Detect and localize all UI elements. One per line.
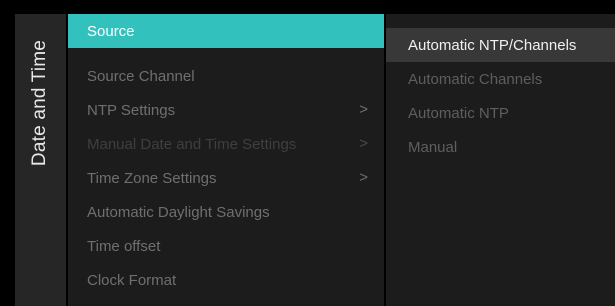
settings-menu: Source Source Channel NTP Settings > Man… bbox=[68, 14, 384, 306]
menu-item-source-channel[interactable]: Source Channel bbox=[68, 59, 384, 93]
option-automatic-ntp[interactable]: Automatic NTP bbox=[386, 96, 615, 130]
option-label: Automatic NTP/Channels bbox=[408, 36, 577, 54]
options-panel: Automatic NTP/Channels Automatic Channel… bbox=[386, 14, 615, 306]
chevron-right-icon: > bbox=[359, 169, 368, 186]
menu-item-time-zone[interactable]: Time Zone Settings > bbox=[68, 161, 384, 195]
chevron-right-icon: > bbox=[359, 101, 368, 118]
menu-item-label: Source bbox=[87, 22, 135, 40]
menu-item-label: Automatic Daylight Savings bbox=[87, 203, 270, 221]
menu-item-label: Manual Date and Time Settings bbox=[87, 135, 297, 153]
settings-screen: Date and Time Source Source Channel NTP … bbox=[0, 0, 615, 306]
menu-item-daylight-savings[interactable]: Automatic Daylight Savings bbox=[68, 195, 384, 229]
sidebar-title-wrap: Date and Time bbox=[17, 28, 64, 178]
menu-item-label: Time offset bbox=[87, 237, 161, 255]
menu-item-time-offset[interactable]: Time offset bbox=[68, 229, 384, 263]
menu-item-label: Clock Format bbox=[87, 271, 177, 289]
menu-item-manual-date-time[interactable]: Manual Date and Time Settings > bbox=[68, 127, 384, 161]
menu-item-ntp-settings[interactable]: NTP Settings > bbox=[68, 93, 384, 127]
menu-item-clock-format[interactable]: Clock Format bbox=[68, 263, 384, 297]
menu-item-source[interactable]: Source bbox=[68, 14, 384, 48]
option-label: Automatic NTP bbox=[408, 104, 509, 122]
menu-item-label: Source Channel bbox=[87, 67, 195, 85]
menu-item-label: Time Zone Settings bbox=[87, 169, 217, 187]
sidebar: Date and Time bbox=[15, 14, 66, 306]
chevron-right-icon: > bbox=[359, 135, 368, 152]
option-label: Automatic Channels bbox=[408, 70, 543, 88]
option-automatic-ntp-channels[interactable]: Automatic NTP/Channels bbox=[386, 28, 615, 62]
menu-item-label: NTP Settings bbox=[87, 101, 176, 119]
option-automatic-channels[interactable]: Automatic Channels bbox=[386, 62, 615, 96]
option-manual[interactable]: Manual bbox=[386, 130, 615, 164]
option-label: Manual bbox=[408, 138, 458, 156]
sidebar-title: Date and Time bbox=[29, 39, 51, 167]
